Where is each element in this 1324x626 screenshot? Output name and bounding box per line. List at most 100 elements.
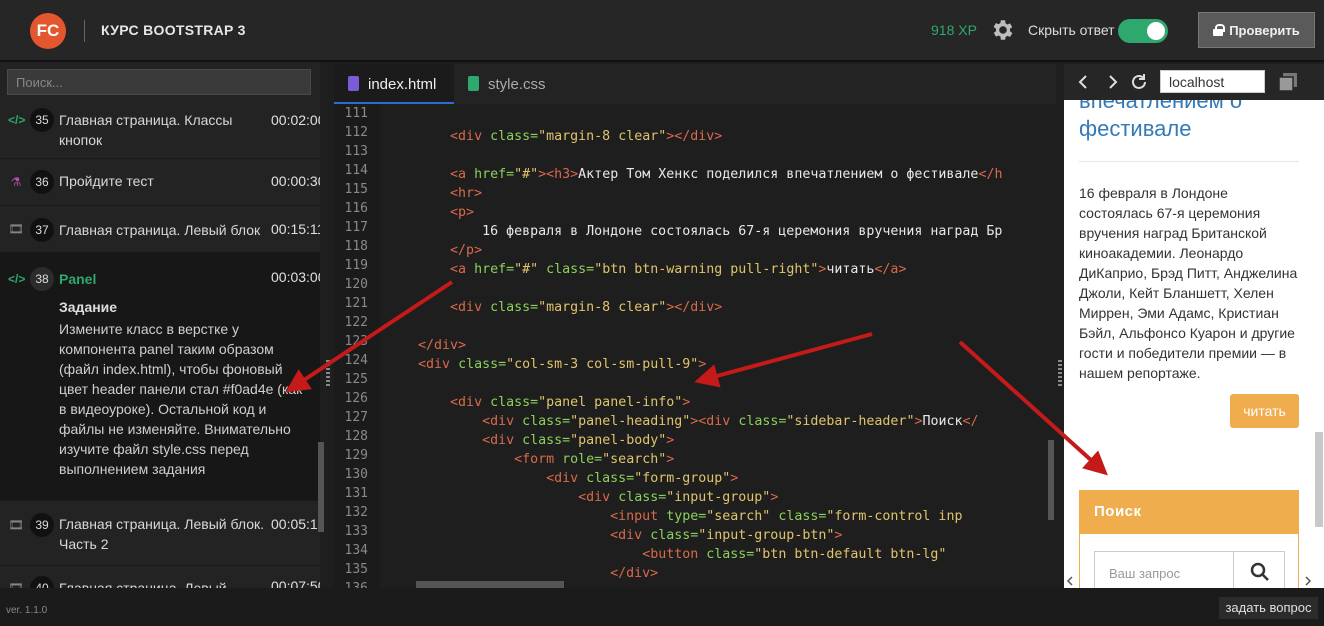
line-number: 122 (344, 315, 368, 330)
lesson-number: 40 (30, 576, 54, 588)
lesson-item-active[interactable]: </> 38 Panel 00:03:00 Задание Измените к… (0, 253, 320, 501)
search-input[interactable]: Поиск... (7, 69, 311, 95)
line-number: 117 (344, 220, 368, 235)
lesson-item[interactable]: 🎞 39 Главная страница. Левый блок. Часть… (0, 501, 320, 566)
code-editor: index.html style.css 111 112 113 114 115 116 1… (334, 64, 1056, 596)
code-line: <div class="panel-heading"><div class="s… (482, 414, 979, 429)
tab-index-html[interactable]: index.html (334, 64, 454, 104)
code-line: </div> (610, 566, 659, 581)
search-panel: Поиск Ваш запрос (1079, 490, 1299, 588)
lesson-title: Главная страница. Левый блок. Часть 2 (59, 516, 264, 552)
flask-icon: ⚗ (10, 175, 22, 189)
line-number: 111 (344, 106, 368, 121)
line-gutter: 111 112 113 114 115 116 117 118 119 120 121 122 123 1… (334, 104, 380, 596)
code-line: </div> (418, 338, 467, 353)
hide-answer-label: Скрыть ответ (1028, 22, 1115, 38)
line-number: 127 (344, 410, 368, 425)
gear-icon[interactable] (990, 17, 1016, 43)
line-number: 116 (344, 201, 368, 216)
tab-style-css[interactable]: style.css (454, 64, 564, 104)
lesson-title: Пройдите тест (59, 173, 154, 189)
line-number: 135 (344, 562, 368, 577)
toggle-knob (1147, 22, 1165, 40)
url-field[interactable]: localhost (1160, 70, 1265, 93)
code-line: <div class="margin-8 clear"></div> (450, 129, 723, 144)
horizontal-scrollbar[interactable] (416, 581, 564, 588)
ask-question-button[interactable]: задать вопрос (1219, 597, 1318, 619)
code-line: <div class="margin-8 clear"></div> (450, 300, 723, 315)
logo[interactable]: FC (30, 13, 66, 49)
lesson-list: </> 35 Главная страница. Классы кнопок 0… (0, 102, 320, 588)
search-button[interactable] (1233, 551, 1285, 588)
code-area[interactable]: <div class="margin-8 clear"></div> <a hr… (386, 104, 1048, 584)
reload-icon[interactable] (1130, 73, 1148, 91)
lesson-item[interactable]: 🎞 40 Главная страница. Левый 00:07:50 (0, 566, 320, 588)
line-number: 130 (344, 467, 368, 482)
code-icon: </> (8, 272, 26, 286)
code-line: <form role="search"> (514, 452, 675, 467)
code-line: 16 февраля в Лондоне состоялась 67-я цер… (386, 224, 1003, 239)
line-number: 123 (344, 334, 368, 349)
article-heading-line2[interactable]: фестивале (1079, 116, 1191, 142)
resize-handle[interactable] (1058, 360, 1062, 388)
line-number: 114 (344, 163, 368, 178)
task-heading: Задание (59, 299, 118, 315)
line-number: 133 (344, 524, 368, 539)
vertical-scrollbar[interactable] (1048, 440, 1054, 520)
forward-icon[interactable] (1108, 75, 1118, 89)
preview-toolbar: localhost (1064, 64, 1324, 100)
lesson-time: 00:15:11 (271, 221, 320, 237)
back-icon[interactable] (1078, 75, 1088, 89)
sidebar-scrollbar[interactable] (318, 442, 324, 532)
code-icon: </> (8, 113, 26, 127)
editor-tabs: index.html style.css (334, 64, 1056, 104)
top-bar: FC КУРС BOOTSTRAP 3 918 XP Скрыть ответ … (0, 0, 1324, 62)
resize-handle[interactable] (326, 360, 330, 388)
panel-heading: Поиск (1080, 491, 1298, 534)
lesson-number: 37 (30, 218, 54, 242)
code-line: </p> (450, 243, 483, 258)
check-button[interactable]: Проверить (1198, 12, 1315, 48)
lesson-item[interactable]: 🎞 37 Главная страница. Левый блок 00:15:… (0, 206, 320, 253)
line-number: 134 (344, 543, 368, 558)
lesson-item[interactable]: </> 35 Главная страница. Классы кнопок 0… (0, 102, 320, 159)
code-line: <p> (450, 205, 475, 220)
film-icon: 🎞 (8, 518, 24, 532)
article-heading[interactable]: впечатлением о (1079, 100, 1242, 114)
version-label: ver. 1.1.0 (6, 605, 48, 616)
line-number: 113 (344, 144, 368, 159)
line-number: 128 (344, 429, 368, 444)
line-number: 118 (344, 239, 368, 254)
line-number: 121 (344, 296, 368, 311)
code-line: <div class="input-group"> (578, 490, 779, 505)
lesson-time: 00:05:17 (271, 516, 320, 532)
tab-label: style.css (488, 76, 546, 93)
preview-scrollbar[interactable] (1315, 432, 1323, 527)
open-window-icon[interactable] (1278, 72, 1298, 92)
code-line: <a href="#"><h3>Актер Том Хенкс поделилс… (450, 167, 1003, 182)
lesson-sidebar: Поиск... </> 35 Главная страница. Классы… (0, 62, 324, 588)
hide-answer-toggle[interactable] (1118, 19, 1168, 43)
search-input[interactable]: Ваш запрос (1094, 551, 1234, 588)
code-line: <div class="panel panel-info"> (450, 395, 691, 410)
line-number: 120 (344, 277, 368, 292)
lesson-item[interactable]: ⚗ 36 Пройдите тест 00:00:30 (0, 159, 320, 206)
tab-label: index.html (368, 76, 437, 93)
line-number: 119 (344, 258, 368, 273)
read-button[interactable]: читать (1230, 394, 1299, 428)
course-title: КУРС BOOTSTRAP 3 (101, 22, 246, 38)
divider (1079, 161, 1299, 162)
lesson-time: 00:02:00 (271, 112, 320, 128)
line-number: 124 (344, 353, 368, 368)
browser-preview: localhost впечатлением о фестивале 16 фе… (1064, 64, 1324, 588)
lesson-title: Главная страница. Классы кнопок (59, 112, 233, 148)
html-file-icon (348, 76, 359, 91)
task-text: Измените класс в верстке у компонента pa… (59, 321, 303, 477)
film-icon: 🎞 (8, 581, 24, 588)
scroll-right-icon[interactable] (1304, 576, 1312, 586)
line-number: 126 (344, 391, 368, 406)
code-line: <button class="btn btn-default btn-lg" (642, 547, 947, 562)
code-line: <div class="form-group"> (546, 471, 739, 486)
scroll-left-icon[interactable] (1066, 576, 1074, 586)
lesson-number: 36 (30, 170, 54, 194)
